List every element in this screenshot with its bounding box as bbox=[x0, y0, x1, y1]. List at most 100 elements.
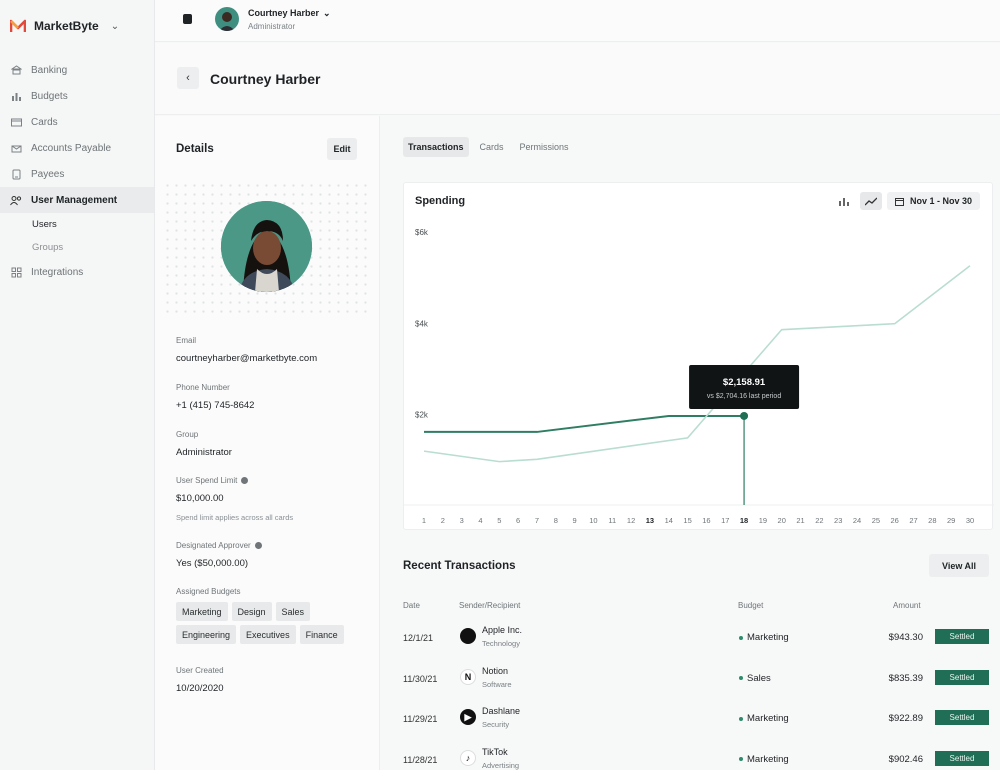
row-category: Software bbox=[482, 679, 512, 689]
row-budget: Sales bbox=[739, 673, 771, 684]
spending-chart: $2k $4k $6k $2,158.91 vs $2,704.16 last peri… bbox=[404, 228, 994, 525]
approver-value: Yes ($50,000.00) bbox=[176, 558, 249, 569]
table-row[interactable]: 11/29/21 ▶ Dashlane Security Marketing $922.8… bbox=[403, 699, 993, 739]
budget-tag: Design bbox=[231, 602, 272, 621]
x-tick-label: 11 bbox=[608, 516, 616, 525]
col-budget: Budget bbox=[738, 601, 764, 610]
view-all-button[interactable]: View All bbox=[929, 554, 989, 577]
sidebar-item-label: Budgets bbox=[31, 90, 68, 102]
spend-limit-field: User Spend Limit $10,000.00 Spend limit … bbox=[176, 476, 294, 522]
spend-limit-value: $10,000.00 bbox=[176, 493, 224, 504]
apple-logo-icon bbox=[460, 628, 476, 644]
row-amount: $835.39 bbox=[888, 672, 923, 684]
col-amount: Amount bbox=[893, 601, 921, 610]
created-field: User Created 10/20/2020 bbox=[176, 666, 224, 694]
budget-tag: Marketing bbox=[176, 602, 228, 621]
email-value: courtneyharber@marketbyte.com bbox=[176, 353, 318, 364]
avatar bbox=[215, 7, 239, 31]
grid-icon bbox=[10, 266, 22, 278]
trend-line-icon bbox=[864, 197, 877, 205]
x-tick-label: 28 bbox=[928, 516, 936, 525]
user-role: Administrator bbox=[248, 21, 296, 31]
x-tick-label: 21 bbox=[796, 516, 804, 525]
sidebar-item-payees[interactable]: Payees bbox=[0, 161, 154, 187]
invoice-icon bbox=[10, 142, 22, 154]
row-date: 11/30/21 bbox=[403, 673, 438, 684]
table-row[interactable]: 11/28/21 ♪ TikTok Advertising Marketing $902.… bbox=[403, 740, 993, 770]
sidebar-item-cards[interactable]: Cards bbox=[0, 109, 154, 135]
sidebar-item-budgets[interactable]: Budgets bbox=[0, 83, 154, 109]
x-tick-label: 10 bbox=[589, 516, 597, 525]
spending-chart-card: $2k $4k $6k $2,158.91 vs $2,704.16 last peri… bbox=[403, 182, 994, 530]
budget-tag: Executives bbox=[240, 625, 296, 644]
x-tick-label: 5 bbox=[497, 516, 501, 525]
sidebar-item-label: Banking bbox=[31, 64, 68, 76]
x-tick-label: 25 bbox=[872, 516, 880, 525]
sidebar-item-accounts-payable[interactable]: Accounts Payable bbox=[0, 135, 154, 161]
x-tick-label: 22 bbox=[815, 516, 823, 525]
sidebar-item-label: Payees bbox=[31, 168, 65, 180]
email-field: Email courtneyharber@marketbyte.com bbox=[176, 336, 318, 364]
user-name: Courtney Harber ⌄ bbox=[248, 7, 331, 18]
bank-icon bbox=[10, 64, 22, 76]
row-merchant: Dashlane bbox=[482, 706, 521, 716]
brand-name: MarketByte bbox=[34, 19, 99, 33]
sidebar-item-banking[interactable]: Banking bbox=[0, 57, 154, 83]
tab-cards[interactable]: Cards bbox=[475, 137, 509, 157]
user-menu[interactable]: Courtney Harber ⌄ Administrator bbox=[215, 7, 331, 31]
sidebar-subitem-groups[interactable]: Groups bbox=[0, 236, 154, 259]
brand-switcher[interactable]: MarketByte ⌄ bbox=[0, 0, 154, 52]
details-title: Details bbox=[176, 143, 214, 155]
recent-transactions-title: Recent Transactions bbox=[403, 560, 516, 572]
budget-tag: Finance bbox=[299, 625, 344, 644]
notification-icon[interactable] bbox=[183, 14, 192, 24]
x-tick-label: 26 bbox=[891, 516, 899, 525]
row-merchant: TikTok bbox=[482, 746, 508, 757]
notion-logo-icon: N bbox=[460, 668, 476, 685]
chevron-left-icon: ‹ bbox=[186, 72, 190, 84]
bar-chart-icon bbox=[838, 197, 849, 206]
info-icon[interactable] bbox=[241, 477, 249, 484]
sidebar-item-integrations[interactable]: Integrations bbox=[0, 259, 154, 285]
page-header: ‹ Courtney Harber bbox=[155, 43, 1000, 115]
date-range-button[interactable]: Nov 1 - Nov 30 bbox=[886, 192, 980, 210]
tooltip-value: $2,158.91 bbox=[723, 377, 766, 388]
x-tick-label: 17 bbox=[721, 516, 729, 525]
row-budget: Marketing bbox=[739, 754, 789, 765]
status-badge: Settled bbox=[935, 750, 989, 766]
chevron-down-icon: ⌄ bbox=[110, 20, 120, 32]
spend-limit-note: Spend limit applies across all cards bbox=[176, 513, 294, 522]
y-tick-label: $6k bbox=[415, 228, 429, 237]
sidebar-subitem-users[interactable]: Users bbox=[0, 213, 154, 236]
back-button[interactable]: ‹ bbox=[177, 67, 199, 89]
table-row[interactable]: 11/30/21 N Notion Software Sales $835.39 Settl… bbox=[403, 659, 993, 699]
budget-tag: Engineering bbox=[176, 625, 237, 644]
tab-permissions[interactable]: Permissions bbox=[515, 137, 574, 157]
table-row[interactable]: 12/1/21 Apple Inc. Technology Marketing $943… bbox=[403, 618, 993, 658]
tab-transactions[interactable]: Transactions bbox=[403, 137, 469, 157]
phone-value: +1 (415) 745-8642 bbox=[176, 400, 255, 411]
row-amount: $943.30 bbox=[888, 632, 923, 643]
hover-point bbox=[740, 411, 749, 420]
bar-chart-toggle[interactable] bbox=[833, 192, 855, 210]
x-tick-label: 18 bbox=[740, 516, 748, 525]
status-badge: Settled bbox=[935, 629, 989, 644]
dashlane-logo-icon: ▶ bbox=[460, 709, 476, 725]
tabs: Transactions Cards Permissions bbox=[403, 137, 574, 157]
x-tick-label: 20 bbox=[778, 516, 786, 525]
sidebar-item-user-management[interactable]: User Management bbox=[0, 187, 154, 213]
x-tick-label: 7 bbox=[535, 516, 539, 525]
info-icon[interactable] bbox=[254, 542, 262, 549]
card-icon bbox=[10, 116, 22, 128]
status-badge: Settled bbox=[935, 710, 989, 725]
sidebar-item-label: User Management bbox=[31, 194, 118, 206]
row-category: Advertising bbox=[482, 760, 520, 770]
edit-button[interactable]: Edit bbox=[327, 138, 357, 160]
bar-chart-icon bbox=[10, 90, 22, 102]
users-icon bbox=[10, 194, 22, 206]
line-chart-toggle[interactable] bbox=[859, 192, 882, 210]
row-amount: $922.89 bbox=[888, 713, 923, 724]
x-tick-label: 13 bbox=[646, 516, 654, 525]
table-header: Date Sender/Recipient Budget Amount bbox=[403, 601, 993, 613]
budget-tags: Marketing Design Sales Engineering Executive… bbox=[176, 602, 366, 644]
